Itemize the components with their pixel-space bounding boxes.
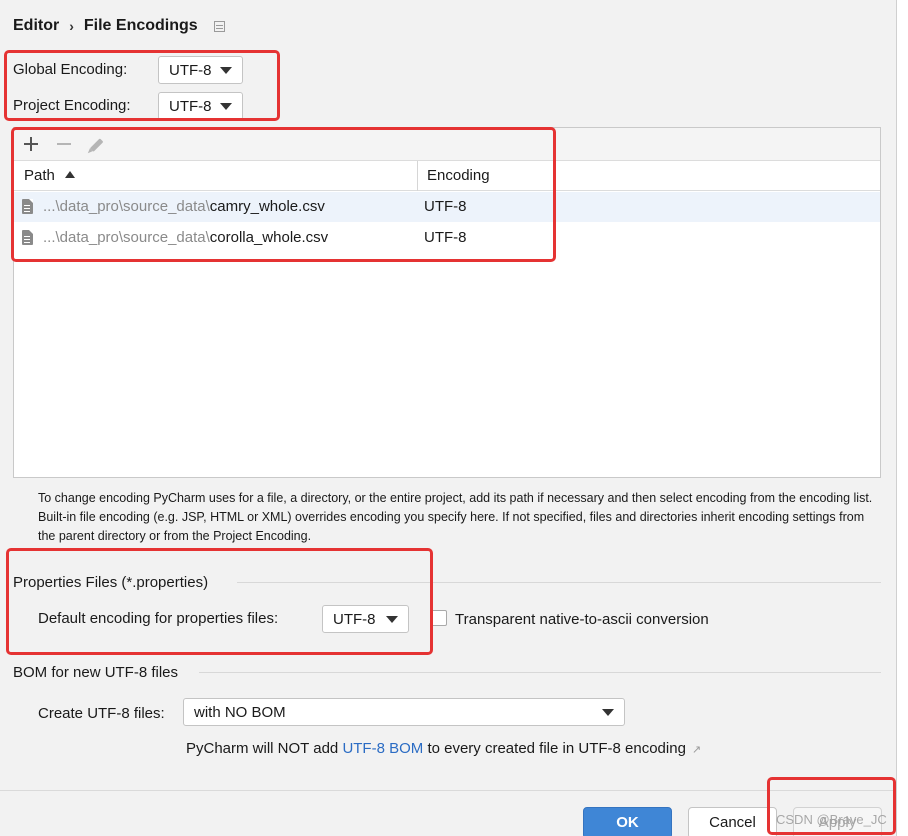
- breadcrumb-parent[interactable]: Editor: [13, 17, 59, 35]
- highlight-box-encodings: [4, 50, 280, 121]
- cancel-button[interactable]: Cancel: [688, 807, 777, 836]
- bom-section-title: BOM for new UTF-8 files: [13, 664, 179, 681]
- help-text: To change encoding PyCharm uses for a fi…: [38, 491, 873, 543]
- chevron-down-icon: [602, 709, 614, 716]
- highlight-box-properties: [6, 548, 433, 655]
- breadcrumb-separator: ›: [69, 18, 74, 34]
- breadcrumb: Editor › File Encodings: [13, 17, 225, 35]
- highlight-box-apply: [767, 777, 896, 835]
- breadcrumb-current: File Encodings: [83, 17, 198, 34]
- external-link-icon: ↗: [691, 744, 702, 756]
- create-utf8-value: with NO BOM: [194, 703, 286, 721]
- section-divider: [199, 672, 881, 673]
- native-to-ascii-label[interactable]: Transparent native-to-ascii conversion: [455, 611, 709, 628]
- bom-note: PyCharm will NOT add UTF-8 BOM to every …: [186, 740, 702, 757]
- create-utf8-label: Create UTF-8 files:: [38, 705, 165, 722]
- highlight-box-table: [11, 127, 556, 262]
- native-to-ascii-checkbox[interactable]: [431, 610, 447, 626]
- utf8-bom-link[interactable]: UTF-8 BOM: [342, 740, 423, 757]
- create-utf8-select[interactable]: with NO BOM: [183, 698, 625, 726]
- project-scope-icon: [213, 20, 225, 32]
- window-right-edge: [896, 0, 908, 836]
- ok-button[interactable]: OK: [583, 807, 672, 836]
